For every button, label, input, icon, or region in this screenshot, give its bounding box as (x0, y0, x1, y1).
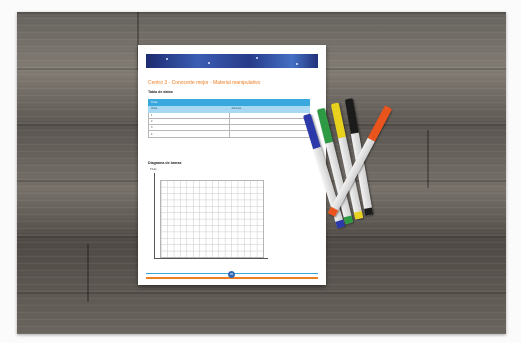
marker-band (343, 215, 354, 225)
marker-band (364, 207, 374, 216)
plank-seam (427, 130, 429, 188)
worksheet-title: Centro 3 - Conocerte mejor - Material ma… (148, 80, 261, 86)
banner-star (296, 63, 298, 65)
page-number: 25 (228, 271, 235, 278)
marker-cap (367, 105, 393, 142)
section-heading-chart: Diagrama de barras (148, 161, 182, 165)
photo-frame: Centro 3 - Conocerte mejor - Material ma… (0, 0, 521, 343)
chart-x-axis (154, 258, 268, 259)
banner-star (256, 57, 258, 59)
table-row-label: 4 (148, 130, 230, 138)
table-cell (228, 130, 310, 138)
marker-band (353, 210, 364, 220)
plank-seam (87, 244, 89, 302)
chart-axis-label: Título (150, 168, 157, 171)
marker-cap (330, 102, 347, 139)
chart-y-axis (154, 173, 155, 258)
banner-star (208, 62, 210, 64)
worksheet-paper: Centro 3 - Conocerte mejor - Material ma… (138, 45, 326, 285)
marker-cap (344, 98, 359, 135)
table-row: 4 (148, 130, 310, 138)
chart-grid (160, 180, 264, 258)
photo: Centro 3 - Conocerte mejor - Material ma… (17, 12, 506, 334)
data-table: Título Votos Alumnos 1 2 3 4 (148, 98, 310, 138)
worksheet-banner (146, 54, 318, 68)
section-heading-table: Tabla de datos (148, 90, 173, 94)
banner-star (166, 58, 168, 60)
